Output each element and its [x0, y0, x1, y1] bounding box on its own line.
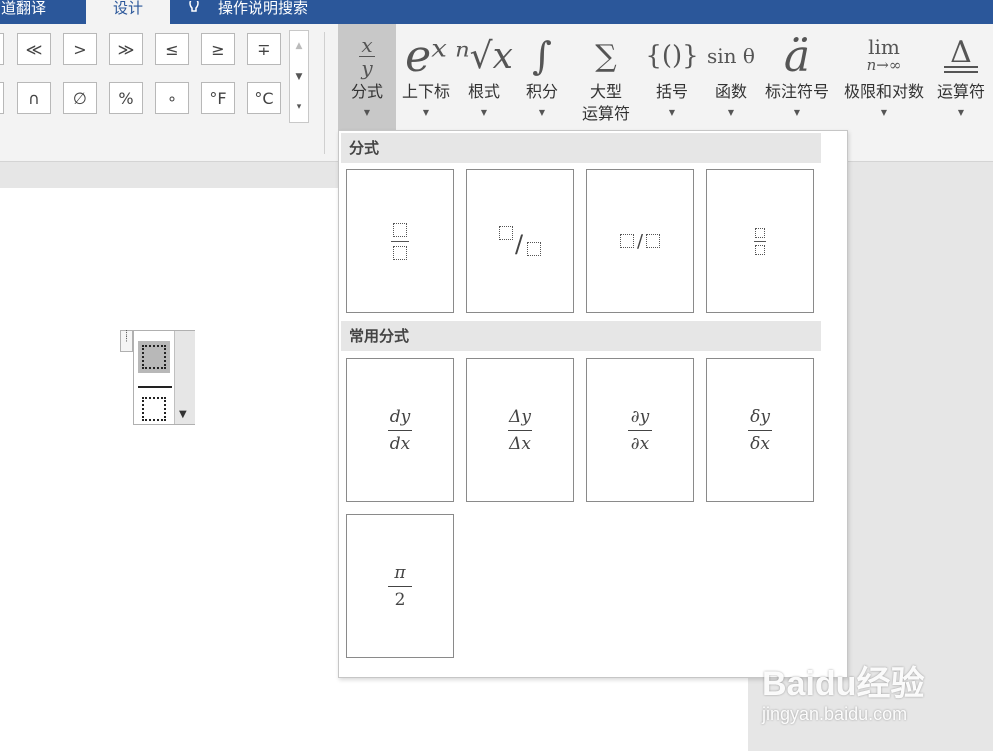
tab-translate[interactable]: 有道翻译: [0, 0, 76, 24]
symbol-partial[interactable]: [0, 33, 4, 65]
accent-button[interactable]: ä 标注符号 ▼: [760, 24, 834, 128]
bracket-label: 括号: [655, 82, 688, 101]
bracket-icon: {()}: [645, 41, 699, 71]
tab-design[interactable]: 设计: [86, 0, 170, 24]
chevron-down-icon[interactable]: ▼: [179, 409, 187, 420]
equation-drag-handle[interactable]: ⁝ ⁝: [120, 330, 133, 352]
chevron-down-icon: ▼: [480, 108, 488, 117]
radical-button[interactable]: ⁿ√x 根式 ▼: [455, 24, 513, 128]
chevron-down-icon: ▼: [363, 108, 371, 117]
symbol-less-equal[interactable]: ≤: [155, 33, 189, 65]
common-fraction-dy-dx[interactable]: dy dx: [346, 358, 454, 502]
symbol-partial[interactable]: [0, 82, 4, 114]
numerator: Δy: [509, 406, 531, 427]
symbol-gallery-scrollbar[interactable]: ▲ ▼ ▾: [289, 30, 309, 123]
denominator: dx: [389, 433, 411, 454]
script-button[interactable]: eˣ 上下标 ▼: [398, 24, 454, 128]
symbol-much-less[interactable]: ≪: [17, 33, 51, 65]
tell-me-search[interactable]: 操作说明搜索: [218, 0, 308, 24]
denominator: ∂x: [630, 433, 650, 454]
chevron-down-icon: ▼: [793, 108, 801, 117]
section-common-fraction: 常用分式: [341, 321, 821, 351]
fraction-dropdown: 分式 / / 常用分式 dy dx Δy Δx ∂y ∂x δy δx π 2: [338, 130, 848, 678]
chevron-down-icon: ▼: [880, 108, 888, 117]
lightbulb-icon: [186, 0, 202, 14]
small-fraction-option[interactable]: [706, 169, 814, 313]
denominator: Δx: [509, 433, 531, 454]
chevron-down-icon: ▼: [957, 108, 965, 117]
symbol-fahrenheit[interactable]: °F: [201, 82, 235, 114]
equation-object[interactable]: ▼: [133, 330, 195, 425]
fraction-button[interactable]: xy 分式 ▼: [338, 24, 396, 130]
common-fraction-partial[interactable]: ∂y ∂x: [586, 358, 694, 502]
chevron-down-icon: ▼: [422, 108, 430, 117]
integral-label: 积分: [525, 82, 558, 101]
numerator: π: [394, 562, 406, 583]
operator-button[interactable]: Δ 运算符 ▼: [932, 24, 990, 128]
limit-log-label: 极限和对数: [843, 82, 924, 101]
large-operator-label-1: 大型: [589, 82, 622, 101]
symbol-ring[interactable]: ∘: [155, 82, 189, 114]
symbol-much-greater[interactable]: ≫: [109, 33, 143, 65]
operator-icon: Δ: [932, 28, 990, 84]
chevron-down-icon: ▼: [668, 108, 676, 117]
function-button[interactable]: sin θ 函数 ▼: [702, 24, 760, 128]
limit-log-button[interactable]: lim n→∞ 极限和对数 ▼: [836, 24, 932, 128]
integral-button[interactable]: ∫ 积分 ▼: [514, 24, 570, 128]
function-label: 函数: [714, 82, 747, 101]
integral-icon: ∫: [532, 34, 552, 78]
numerator: δy: [750, 406, 770, 427]
fraction-label: 分式: [350, 82, 383, 101]
chevron-down-icon: ▼: [538, 108, 546, 117]
numerator: dy: [389, 406, 411, 427]
summation-icon: ∑: [595, 38, 617, 74]
numerator-placeholder[interactable]: [138, 341, 170, 373]
denominator: δx: [750, 433, 770, 454]
scroll-down-icon[interactable]: ▼: [290, 62, 308, 92]
group-separator: [324, 32, 325, 154]
function-icon: sin θ: [707, 44, 755, 68]
numerator: ∂y: [630, 406, 650, 427]
operator-label: 运算符: [936, 82, 985, 101]
fraction-bar: [138, 386, 172, 388]
symbol-empty-set[interactable]: ∅: [63, 82, 97, 114]
radical-icon: ⁿ√x: [455, 35, 513, 77]
title-bar: 有道翻译 设计 操作说明搜索: [0, 0, 993, 24]
accent-label: 标注符号: [764, 82, 829, 101]
common-fraction-pi-over-2[interactable]: π2: [346, 514, 454, 658]
symbol-greater[interactable]: >: [63, 33, 97, 65]
superscript-icon: eˣ: [405, 30, 447, 82]
stacked-fraction-option[interactable]: [346, 169, 454, 313]
limit-icon: lim n→∞: [866, 35, 902, 74]
baidu-watermark: Baidu经验: [762, 665, 925, 703]
section-fraction: 分式: [341, 133, 821, 163]
symbol-celsius[interactable]: °C: [247, 82, 281, 114]
script-label: 上下标: [401, 82, 450, 101]
symbol-percent[interactable]: %: [109, 82, 143, 114]
accent-icon: ä: [783, 30, 811, 82]
equation-options-bar[interactable]: ▼: [174, 331, 195, 424]
common-fraction-delta[interactable]: Δy Δx: [466, 358, 574, 502]
denominator-placeholder[interactable]: [138, 393, 170, 425]
scroll-up-icon[interactable]: ▲: [290, 31, 308, 61]
radical-label: 根式: [467, 82, 500, 101]
gallery-more-icon[interactable]: ▾: [290, 92, 308, 122]
symbol-intersection[interactable]: ∩: [17, 82, 51, 114]
denominator: 2: [394, 589, 406, 610]
chevron-down-icon: ▼: [727, 108, 735, 117]
skewed-fraction-option[interactable]: /: [466, 169, 574, 313]
symbol-minus-plus[interactable]: ∓: [247, 33, 281, 65]
large-operator-button[interactable]: ∑ 大型 运算符: [572, 24, 640, 128]
fraction-icon: xy: [338, 28, 396, 84]
watermark-url: jingyan.baidu.com: [762, 704, 908, 724]
linear-fraction-option[interactable]: /: [586, 169, 694, 313]
symbol-greater-equal[interactable]: ≥: [201, 33, 235, 65]
large-operator-label-2: 运算符: [581, 104, 630, 123]
bracket-button[interactable]: {()} 括号 ▼: [644, 24, 700, 128]
common-fraction-small-delta[interactable]: δy δx: [706, 358, 814, 502]
